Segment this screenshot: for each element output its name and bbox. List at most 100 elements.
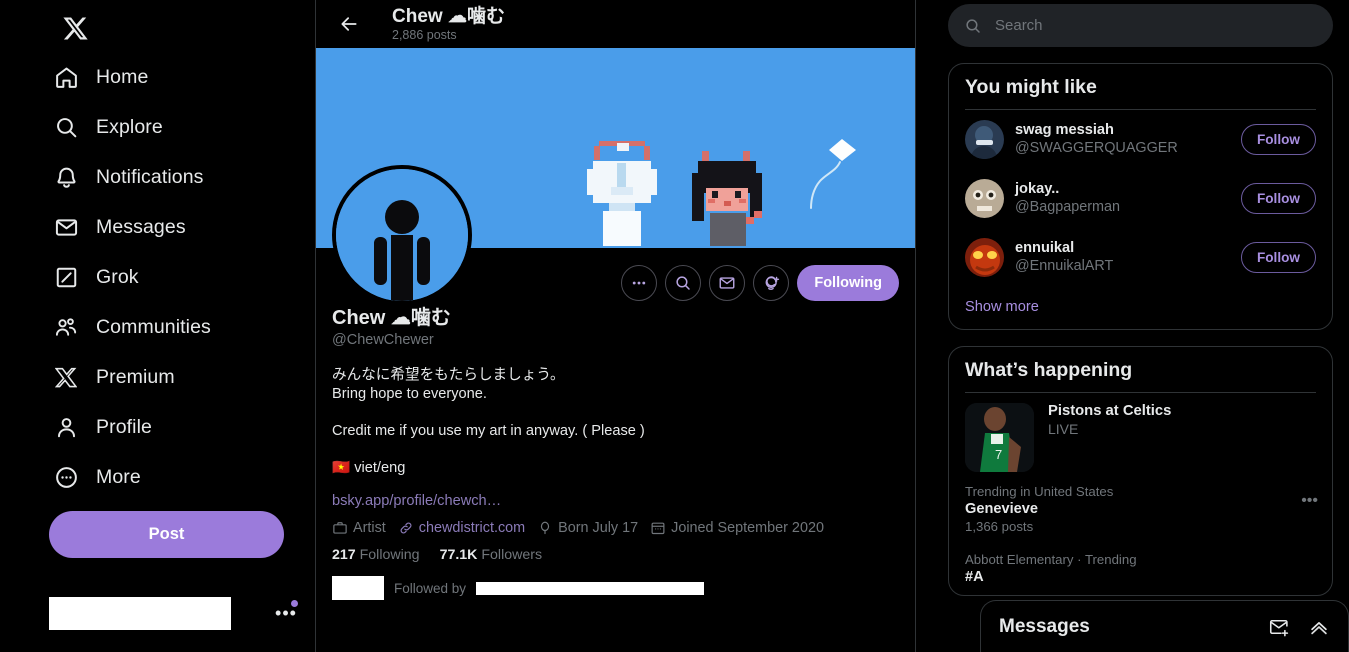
sidebar-item-communities[interactable]: Communities	[49, 304, 225, 350]
followers-word: Followers	[481, 547, 543, 563]
followers-stat[interactable]: 77.1K Followers	[440, 547, 543, 563]
sidebar-item-messages[interactable]: Messages	[49, 204, 200, 250]
account-more-icon[interactable]: •••	[273, 600, 299, 626]
account-switcher[interactable]: •••	[49, 589, 299, 637]
whats-happening-card: What’s happening 7 Pistons at Celtics LI…	[948, 346, 1333, 596]
live-event-row[interactable]: 7 Pistons at Celtics LIVE	[949, 393, 1332, 476]
followed-by-label: Followed by	[394, 580, 467, 596]
account-info: jokay.. @Bagpaperman	[1015, 180, 1230, 217]
sidebar-item-label: Premium	[96, 365, 175, 388]
link-icon	[400, 522, 412, 534]
joined-label: Joined September 2020	[671, 520, 824, 536]
post-count: 2,886 posts	[392, 28, 457, 43]
envelope-icon	[53, 214, 79, 240]
trend-category: Trending in United States	[965, 484, 1114, 499]
chevron-up-icon[interactable]	[1308, 616, 1330, 638]
trend-name: #A	[965, 569, 984, 585]
trend-name: Genevieve	[965, 501, 1039, 517]
sidebar-item-label: Grok	[96, 265, 139, 288]
suggested-account-row[interactable]: jokay.. @Bagpaperman Follow	[949, 169, 1332, 228]
sidebar-item-label: Communities	[96, 315, 211, 338]
sidebar-item-explore[interactable]: Explore	[49, 104, 177, 150]
follow-button[interactable]: Follow	[1240, 124, 1316, 155]
trend-item[interactable]: Abbott Elementary · Trending #A	[949, 544, 1332, 595]
back-button[interactable]	[332, 7, 366, 41]
search-box[interactable]	[948, 4, 1333, 47]
sidebar-item-label: Messages	[96, 215, 186, 238]
balloon-icon	[541, 521, 550, 535]
suggested-account-row[interactable]: ennuikal @EnnuikalART Follow	[949, 228, 1332, 287]
profile-metadata: Artist chewdistrict.com Born July 17 Joi…	[332, 520, 899, 536]
sidebar-item-profile[interactable]: Profile	[49, 404, 166, 450]
person-icon	[53, 414, 79, 440]
website-item[interactable]: chewdistrict.com	[398, 520, 525, 536]
trend-item[interactable]: Trending in United States Genevieve 1,36…	[949, 476, 1332, 544]
you-might-like-title: You might like	[965, 76, 1097, 98]
suggested-account-row[interactable]: swag messiah @SWAGGERQUAGGER Follow	[949, 110, 1332, 169]
search-icon	[53, 114, 79, 140]
birthday-item: Born July 17	[537, 520, 638, 536]
following-stat[interactable]: 217 Following	[332, 547, 420, 563]
sidebar-item-grok[interactable]: Grok	[49, 254, 153, 300]
home-icon	[53, 64, 79, 90]
grok-icon	[53, 264, 79, 290]
occupation-label: Artist	[353, 520, 386, 536]
following-count: 217	[332, 547, 356, 563]
followed-by-names-redacted	[476, 581, 705, 595]
account-handle: @Bagpaperman	[1015, 199, 1121, 216]
you-might-like-card: You might like swag messiah @SWAGGERQUAG…	[948, 63, 1333, 330]
x-logo-icon	[53, 364, 79, 390]
account-notification-dot	[291, 600, 298, 607]
display-name: Chew ☁噛む	[332, 307, 451, 329]
sidebar-item-more[interactable]: More	[49, 454, 155, 500]
trend-more-icon[interactable]: •••	[1301, 492, 1318, 510]
website-link[interactable]: chewdistrict.com	[419, 520, 525, 536]
account-name: jokay..	[1015, 181, 1060, 198]
page-title: Chew ☁噛む	[392, 5, 505, 27]
messages-dock-actions	[1268, 616, 1330, 638]
followers-count: 77.1K	[439, 547, 478, 563]
account-name-redacted	[49, 596, 231, 630]
sidebar-item-home[interactable]: Home	[49, 54, 162, 100]
sidebar-item-label: Home	[96, 65, 149, 88]
x-logo-icon[interactable]	[49, 2, 101, 54]
account-name: ennuikal	[1015, 240, 1075, 257]
trend-category: Abbott Elementary · Trending	[965, 552, 1137, 567]
following-button[interactable]: Following	[797, 265, 899, 301]
event-status: LIVE	[1048, 421, 1079, 437]
user-handle: @ChewChewer	[332, 332, 434, 348]
follow-button[interactable]: Follow	[1240, 183, 1316, 214]
sidebar-item-premium[interactable]: Premium	[49, 354, 189, 400]
account-name: swag messiah	[1015, 122, 1114, 139]
messages-dock[interactable]: Messages	[980, 600, 1349, 652]
followed-by-avatars-redacted	[332, 576, 384, 600]
sidebar-item-notifications[interactable]: Notifications	[49, 154, 218, 200]
left-sidebar: Home Explore Notifications Messages Grok…	[0, 0, 316, 652]
account-info: ennuikal @EnnuikalART	[1015, 239, 1230, 276]
bio-link[interactable]: bsky.app/profile/chewch…	[332, 493, 501, 509]
account-handle: @EnnuikalART	[1015, 258, 1114, 275]
profile-bio-section: Chew ☁噛む @ChewChewer みんなに希望をもたらしましょう。 Br…	[316, 306, 915, 600]
followed-by-section[interactable]: Followed by	[332, 576, 899, 600]
search-icon	[964, 17, 982, 35]
envelope-plus-icon[interactable]	[1268, 616, 1290, 638]
whats-happening-title: What’s happening	[965, 359, 1133, 381]
event-info: Pistons at Celtics LIVE	[1048, 403, 1171, 472]
search-input[interactable]	[995, 17, 1317, 34]
search-profile-button[interactable]	[665, 265, 702, 301]
notify-button[interactable]	[753, 265, 790, 301]
follow-button[interactable]: Follow	[1240, 242, 1316, 273]
briefcase-icon	[333, 522, 347, 534]
more-circle-icon	[53, 464, 79, 490]
bell-icon	[53, 164, 79, 190]
account-handle: @SWAGGERQUAGGER	[1015, 140, 1178, 157]
avatar[interactable]	[332, 165, 472, 305]
more-options-button[interactable]	[621, 265, 658, 301]
sidebar-item-label: Profile	[96, 415, 152, 438]
show-more-link[interactable]: Show more	[949, 287, 1332, 329]
post-button[interactable]: Post	[49, 511, 284, 558]
sidebar-item-label: Notifications	[96, 165, 204, 188]
message-button[interactable]	[709, 265, 746, 301]
joined-item: Joined September 2020	[650, 520, 824, 536]
bio-text: みんなに希望をもたらしましょう。 Bring hope to everyone.…	[332, 367, 645, 476]
